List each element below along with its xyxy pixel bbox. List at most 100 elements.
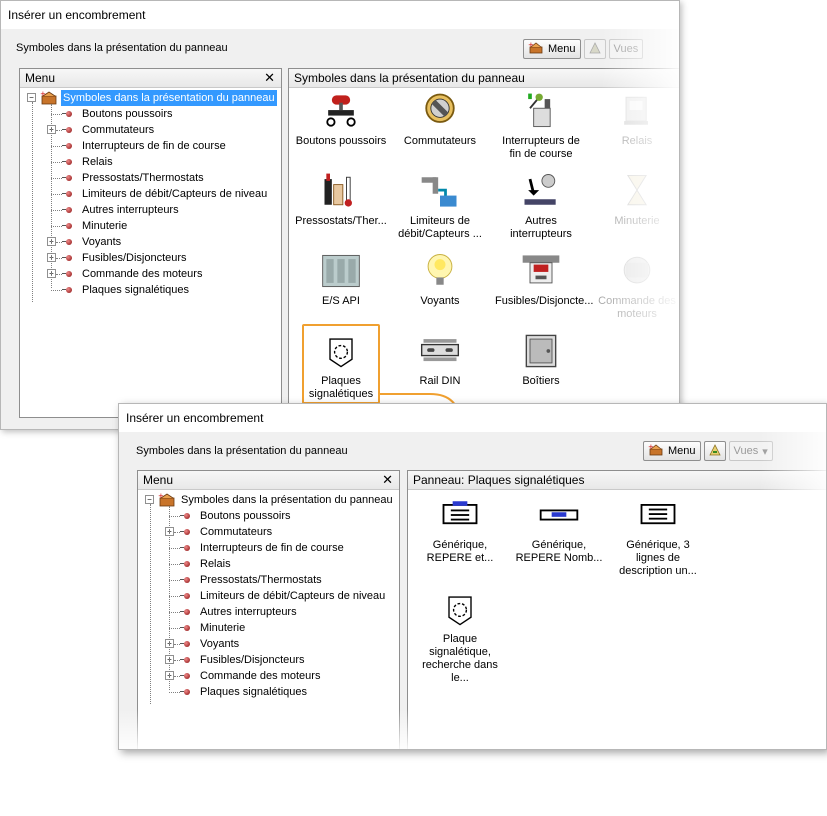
close-icon[interactable]: ✕ [264, 69, 275, 87]
tree-item[interactable]: + Commande des moteurs [138, 668, 399, 684]
motor-control-icon [591, 251, 679, 291]
symbol-node-icon [180, 561, 190, 567]
tree-connector [169, 516, 180, 517]
tree-item[interactable]: Boutons poussoirs [20, 106, 281, 122]
symbol-tile[interactable]: Générique, 3 lignes de description un... [612, 495, 704, 578]
fade-overlay-bottom [119, 709, 826, 749]
tree-item-label: Autres interrupteurs [82, 204, 179, 216]
symbol-tile[interactable]: Commutateurs [394, 91, 486, 148]
tree-item[interactable]: Interrupteurs de fin de course [138, 540, 399, 556]
close-icon[interactable]: ✕ [382, 471, 393, 489]
symbols-panel-header: Symboles dans la présentation du panneau [289, 69, 679, 88]
tree-root[interactable]: − + Symboles dans la présentation du pan… [20, 90, 281, 106]
tree-item[interactable]: Autres interrupteurs [138, 604, 399, 620]
tree-item[interactable]: Minuterie [20, 218, 281, 234]
tree-item[interactable]: Autres interrupteurs [20, 202, 281, 218]
symbol-node-icon [62, 159, 72, 165]
tree-item[interactable]: Pressostats/Thermostats [138, 572, 399, 588]
tree-item[interactable]: Plaques signalétiques [20, 282, 281, 298]
tree-connector [51, 178, 62, 179]
symbol-tile[interactable]: Autres interrupteurs [495, 171, 587, 241]
tree-item-label: Commande des moteurs [200, 670, 321, 682]
symbol-node-icon [180, 545, 190, 551]
symbol-tree: − + Symboles dans la présentation du pan… [138, 490, 399, 704]
symbol-tile[interactable]: Générique, REPERE Nomb... [513, 495, 605, 565]
tree-item[interactable]: Boutons poussoirs [138, 508, 399, 524]
symbol-tile[interactable]: Minuterie [591, 171, 679, 228]
symbol-tile[interactable]: Plaque signalétique, recherche dans le..… [414, 589, 506, 685]
symbol-node-icon [180, 657, 190, 663]
tree-item[interactable]: Limiteurs de débit/Capteurs de niveau [20, 186, 281, 202]
tree-connector [169, 628, 180, 629]
menu-button[interactable]: + Menu [523, 39, 581, 59]
tree-item-label: Limiteurs de débit/Capteurs de niveau [82, 188, 268, 200]
symbol-label: Boîtiers [522, 375, 560, 387]
symbol-tile[interactable]: Pressostats/Ther... [295, 171, 387, 228]
back-button[interactable] [583, 39, 606, 59]
menu-button-label: Menu [548, 43, 576, 55]
symbol-node-icon [62, 111, 72, 117]
symbol-label: Interrupteurs de fin de course [502, 135, 580, 160]
symbol-node-icon [180, 577, 190, 583]
tree-item[interactable]: Minuterie [138, 620, 399, 636]
back-arrow-icon [707, 443, 723, 460]
symbol-node-icon [62, 127, 72, 133]
tree-item[interactable]: + Commutateurs [20, 122, 281, 138]
nameplate-horizontal-icon [513, 495, 605, 535]
collapse-icon[interactable]: − [145, 495, 154, 504]
views-button[interactable]: Vues [608, 39, 644, 59]
symbol-tile[interactable]: Générique, REPERE et... [414, 495, 506, 565]
tree-guide-line [51, 104, 52, 288]
tree-item[interactable]: Relais [138, 556, 399, 572]
tree-item[interactable]: Interrupteurs de fin de course [20, 138, 281, 154]
tree-item[interactable]: Relais [20, 154, 281, 170]
menu-button[interactable]: + Menu [643, 441, 701, 461]
tree-item[interactable]: + Fusibles/Disjoncteurs [138, 652, 399, 668]
tree-item[interactable]: + Voyants [138, 636, 399, 652]
symbol-tile[interactable]: Boutons poussoirs [295, 91, 387, 148]
symbol-tile[interactable]: Limiteurs de débit/Capteurs ... [394, 171, 486, 241]
tree-item-label: Voyants [82, 236, 122, 248]
limit-switch-icon [495, 91, 587, 131]
tree-item[interactable]: Plaques signalétiques [138, 684, 399, 700]
views-button-label: Vues [733, 445, 759, 457]
menu-button-label: Menu [668, 445, 696, 457]
symbol-tile[interactable]: Relais [591, 91, 679, 148]
tree-item-label: Interrupteurs de fin de course [82, 140, 226, 152]
tree-item[interactable]: + Commande des moteurs [20, 266, 281, 282]
tree-item[interactable]: + Fusibles/Disjoncteurs [20, 250, 281, 266]
timer-icon [591, 171, 679, 211]
symbol-label: Minuterie [614, 215, 660, 227]
tree-item-label: Boutons poussoirs [82, 108, 173, 120]
tree-item[interactable]: + Commutateurs [138, 524, 399, 540]
menu-panel-title: Menu [143, 473, 174, 487]
symbol-tile[interactable]: E/S API [295, 251, 387, 308]
tree-item-label: Autres interrupteurs [200, 606, 297, 618]
views-button[interactable]: Vues ▾ [728, 441, 773, 461]
collapse-icon[interactable]: − [27, 93, 36, 102]
tree-root[interactable]: − + Symboles dans la présentation du pan… [138, 492, 399, 508]
symbol-label: Plaque signalétique, recherche dans le..… [422, 633, 498, 684]
menu-panel-header: Menu ✕ [20, 69, 281, 88]
back-button[interactable] [703, 441, 726, 461]
symbol-tile[interactable]: Fusibles/Disjoncte... [495, 251, 593, 308]
menu-panel-title: Menu [25, 71, 56, 85]
symbol-tile[interactable]: Commande des moteurs [591, 251, 679, 321]
tree-item[interactable]: Pressostats/Thermostats [20, 170, 281, 186]
tree-item-label: Plaques signalétiques [200, 686, 308, 698]
symbol-label: Générique, REPERE Nomb... [515, 539, 603, 564]
symbol-tile[interactable]: Voyants [394, 251, 486, 308]
symbol-label: Autres interrupteurs [510, 215, 572, 240]
symbol-tile[interactable]: Interrupteurs de fin de course [495, 91, 587, 161]
symbol-label: Pressostats/Ther... [295, 215, 387, 227]
menu-icon: + [648, 443, 664, 460]
symbol-label: Fusibles/Disjoncte... [495, 295, 594, 307]
tree-item-label: Fusibles/Disjoncteurs [82, 252, 187, 264]
tree-item[interactable]: + Voyants [20, 234, 281, 250]
symbol-tree: − + Symboles dans la présentation du pan… [20, 88, 281, 302]
symbol-tile[interactable]: Boîtiers [495, 331, 587, 388]
symbols-panel: Symboles dans la présentation du panneau… [288, 68, 679, 418]
insert-footprint-window-zoomed: Insérer un encombrement Symboles dans la… [118, 403, 827, 750]
tree-item[interactable]: Limiteurs de débit/Capteurs de niveau [138, 588, 399, 604]
tree-item-label: Voyants [200, 638, 240, 650]
